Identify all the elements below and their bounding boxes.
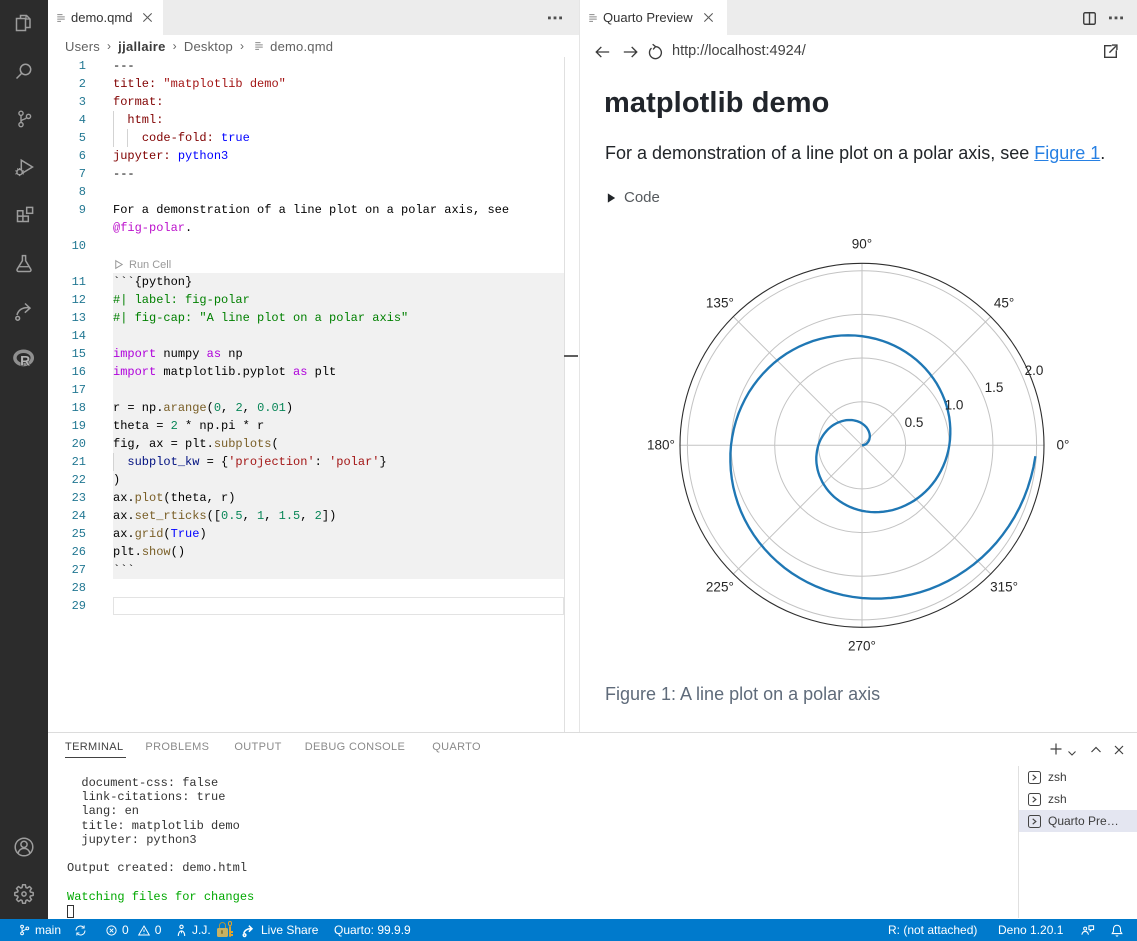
svg-text:1.0: 1.0 (945, 398, 964, 413)
svg-text:1.5: 1.5 (985, 380, 1004, 395)
svg-text:180°: 180° (647, 438, 675, 453)
svg-text:315°: 315° (990, 580, 1018, 595)
svg-text:0°: 0° (1057, 438, 1070, 453)
svg-text:45°: 45° (994, 296, 1014, 311)
svg-text:270°: 270° (848, 639, 876, 654)
svg-text:R: R (20, 352, 30, 368)
svg-text:135°: 135° (706, 296, 734, 311)
svg-text:2.0: 2.0 (1025, 363, 1044, 378)
svg-text:90°: 90° (852, 237, 872, 252)
svg-text:0.5: 0.5 (905, 415, 924, 430)
svg-text:225°: 225° (706, 580, 734, 595)
